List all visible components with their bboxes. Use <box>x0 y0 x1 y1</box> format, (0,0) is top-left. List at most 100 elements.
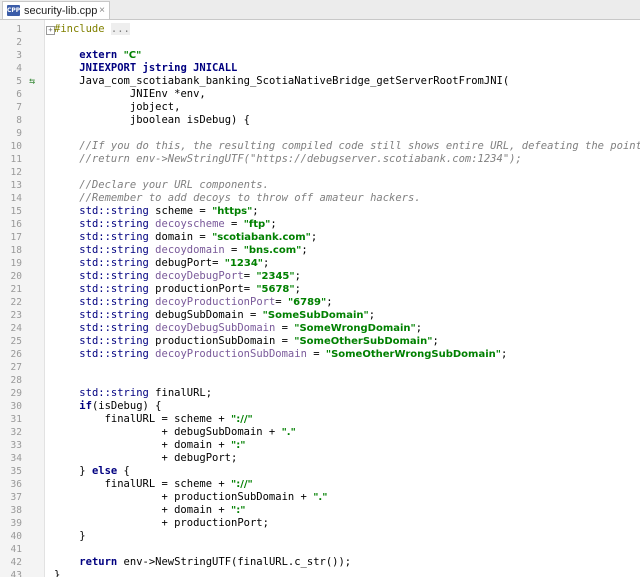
code-text: std::string decoydomain = "bns.com"; <box>54 244 307 257</box>
tab-security-lib-cpp[interactable]: CPP security-lib.cpp × <box>2 1 110 19</box>
code-token: "." <box>281 427 296 438</box>
code-text: //return env->NewStringUTF("https://debu… <box>54 153 522 166</box>
line-number: 43 <box>10 570 22 577</box>
code-text: //If you do this, the resulting compiled… <box>54 140 640 153</box>
code-text: + productionSubDomain + "." <box>54 491 327 504</box>
code-line: 7 jobject, <box>0 101 640 114</box>
line-number: 14 <box>10 193 22 204</box>
code-token: "SomeSubDomain" <box>262 310 369 321</box>
code-token: + productionPort; <box>54 517 269 529</box>
code-text: jobject, <box>54 101 181 114</box>
code-token: jobject, <box>79 101 181 113</box>
code-token: = <box>306 348 326 360</box>
code-line: 20 std::string decoyDebugPort= "2345"; <box>0 270 640 283</box>
line-number: 12 <box>10 167 22 178</box>
code-token: domain <box>155 231 194 243</box>
line-number: 7 <box>16 102 22 113</box>
code-line: 28 <box>0 374 640 387</box>
code-token: //Declare your URL components. <box>54 179 269 191</box>
code-token: std:: <box>79 348 111 360</box>
code-line: 13 //Declare your URL components. <box>0 179 640 192</box>
code-line: 25 std::string productionSubDomain = "So… <box>0 335 640 348</box>
code-token: decoyDebugSubDomain <box>155 322 276 334</box>
code-token: decoyscheme <box>155 218 225 230</box>
code-token: std:: <box>79 387 111 399</box>
code-text: finalURL = scheme + "://" <box>54 478 253 491</box>
code-line: 12 <box>0 166 640 179</box>
code-token: ; <box>294 283 301 295</box>
code-token: "bns.com" <box>243 245 302 256</box>
code-token: string <box>110 283 149 295</box>
code-token: ; <box>270 218 277 230</box>
code-token: std:: <box>79 296 111 308</box>
code-token: finalURL = scheme + <box>54 413 232 425</box>
line-number: 23 <box>10 310 22 321</box>
code-token: jboolean isDebug) { <box>79 114 250 126</box>
code-line: 11 //return env->NewStringUTF("https://d… <box>0 153 640 166</box>
code-text: //Declare your URL components. <box>54 179 269 192</box>
code-token: ":" <box>231 505 246 516</box>
code-text: return env->NewStringUTF(finalURL.c_str(… <box>54 556 351 569</box>
code-token: std:: <box>79 218 111 230</box>
line-number: 10 <box>10 141 22 152</box>
code-token: ; <box>415 322 423 334</box>
line-number: 24 <box>10 323 22 334</box>
code-line: 22 std::string decoyProductionPort= "678… <box>0 296 640 309</box>
code-token: std:: <box>79 205 111 217</box>
line-number: 2 <box>16 37 22 48</box>
code-line: 39 + productionPort; <box>0 517 640 530</box>
line-number: 33 <box>10 440 22 451</box>
code-line: 35 } else { <box>0 465 640 478</box>
code-token: std:: <box>79 270 111 282</box>
code-token: + productionSubDomain + <box>54 491 314 503</box>
code-line: 38 + domain + ":" <box>0 504 640 517</box>
cpp-file-icon: CPP <box>7 5 21 16</box>
code-token: ; <box>263 257 270 269</box>
implementation-gutter-icon[interactable]: ⇆ <box>26 75 38 88</box>
code-token: debugSubDomain <box>155 309 244 321</box>
code-token: = <box>193 205 213 217</box>
line-number: 40 <box>10 531 22 542</box>
code-line: 18 std::string decoydomain = "bns.com"; <box>0 244 640 257</box>
line-number: 22 <box>10 297 22 308</box>
code-token: //return env->NewStringUTF("https://debu… <box>54 153 522 165</box>
code-token: productionPort <box>155 283 244 295</box>
code-text: //Remember to add decoys to throw off am… <box>54 192 420 205</box>
code-editor[interactable]: 1 + #include ... 2 3 extern "C" 4 JNIEXPORT j… <box>0 20 640 577</box>
code-token: ":" <box>231 440 246 451</box>
code-token: "C" <box>123 50 142 61</box>
code-token: "5678" <box>256 284 295 295</box>
code-text: std::string productionSubDomain = "SomeO… <box>54 335 438 348</box>
code-text: JNIEXPORT jstring JNICALL <box>54 62 237 75</box>
code-token: "." <box>313 492 328 503</box>
code-text: finalURL = scheme + "://" <box>54 413 253 426</box>
code-token: = <box>275 322 295 334</box>
code-line: 17 std::string domain = "scotiabank.com"… <box>0 231 640 244</box>
editor-tab-bar: CPP security-lib.cpp × <box>0 0 640 20</box>
line-number: 32 <box>10 427 22 438</box>
code-token: = <box>193 231 213 243</box>
close-tab-icon[interactable]: × <box>99 5 105 16</box>
code-line: 5 ⇆ Java_com_scotiabank_banking_ScotiaNat… <box>0 75 640 88</box>
code-token: "ftp" <box>243 219 271 230</box>
line-number: 8 <box>16 115 22 126</box>
code-token: finalURL = scheme + <box>54 478 232 490</box>
code-token: string <box>110 257 149 269</box>
code-token: = <box>243 270 257 282</box>
code-text: JNIEnv *env, <box>54 88 206 101</box>
code-text: + domain + ":" <box>54 504 245 517</box>
code-token: string <box>110 270 149 282</box>
line-number: 13 <box>10 180 22 191</box>
code-token: JNIEnv *env, <box>79 88 206 100</box>
code-text: std::string decoyscheme = "ftp"; <box>54 218 277 231</box>
code-text: std::string finalURL; <box>54 387 212 400</box>
code-line: 23 std::string debugSubDomain = "SomeSub… <box>0 309 640 322</box>
code-line: 37 + productionSubDomain + "." <box>0 491 640 504</box>
code-text: std::string scheme = "https"; <box>54 205 258 218</box>
line-number: 35 <box>10 466 22 477</box>
